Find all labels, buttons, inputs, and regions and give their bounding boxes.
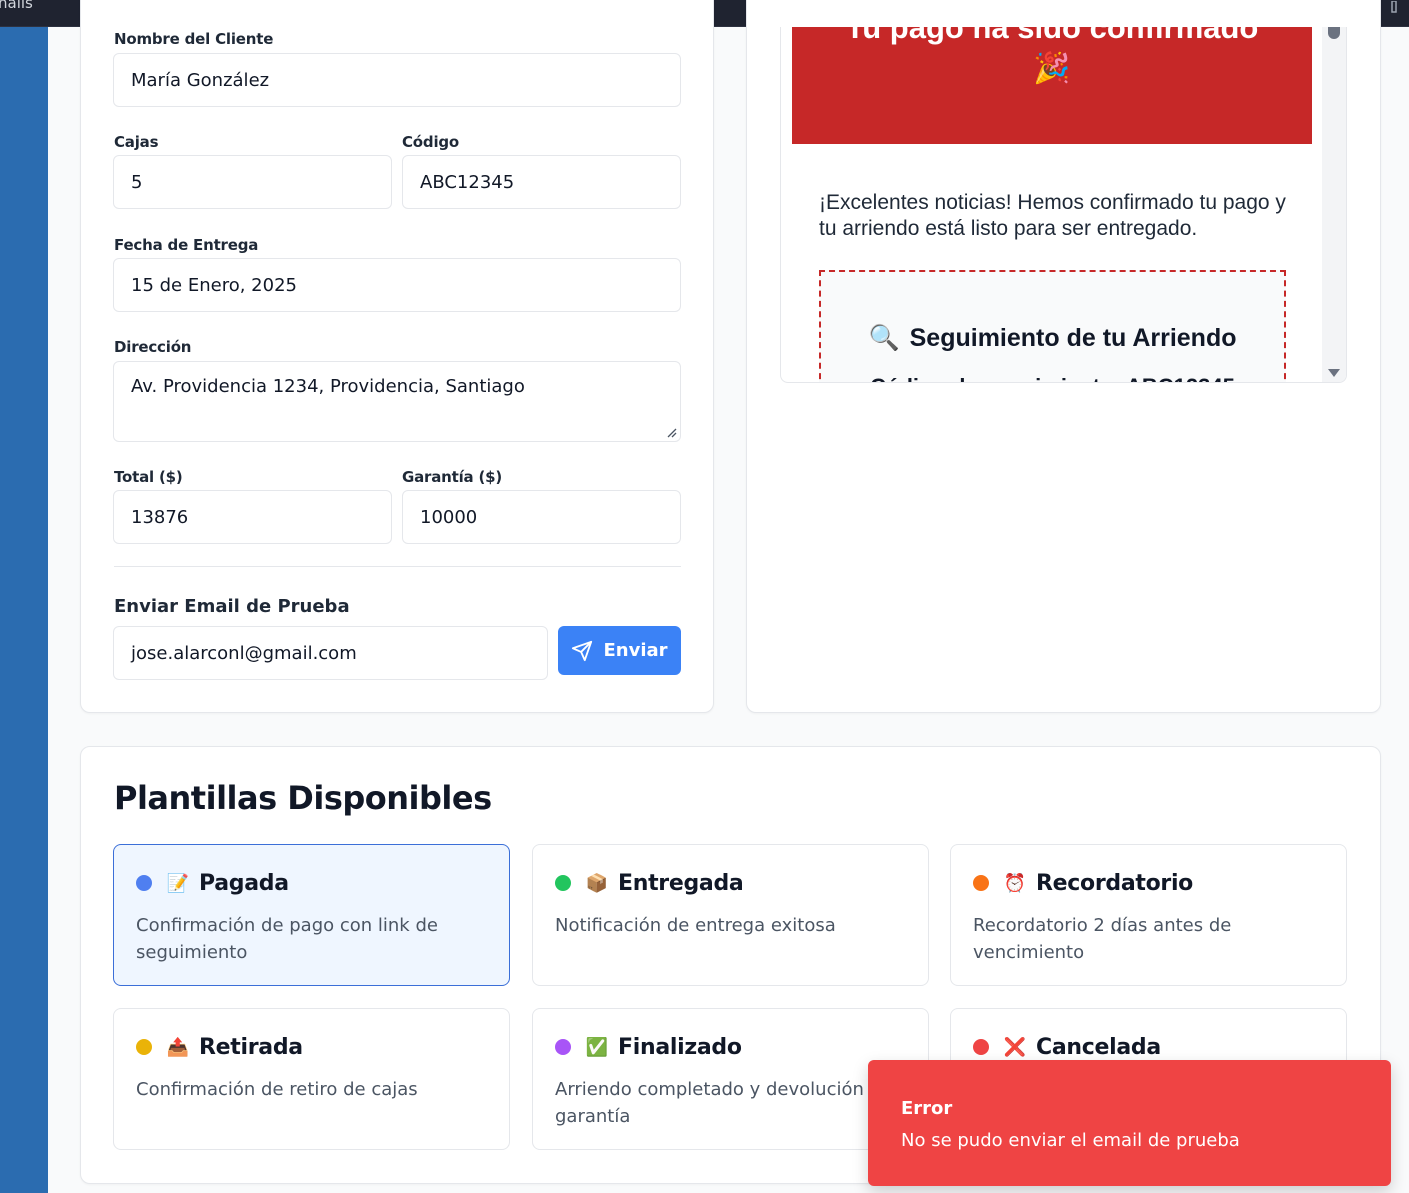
delivery-date-label: Fecha de Entrega bbox=[114, 236, 259, 254]
template-description: Arriendo completado y devolución de gara… bbox=[555, 1079, 893, 1127]
status-dot bbox=[973, 875, 989, 891]
template-description: Confirmación de pago con link de seguimi… bbox=[136, 915, 438, 963]
test-email-input[interactable]: jose.alarconl@gmail.com bbox=[113, 626, 548, 680]
sidebar bbox=[0, 27, 48, 1193]
scrollbar-thumb[interactable] bbox=[1328, 27, 1340, 39]
error-toast[interactable]: Error No se pudo enviar el email de prue… bbox=[868, 1060, 1391, 1186]
send-icon bbox=[572, 640, 593, 661]
status-dot bbox=[555, 875, 571, 891]
magnifier-icon: 🔍 bbox=[868, 324, 900, 352]
template-name: Entregada bbox=[618, 871, 744, 896]
address-label: Dirección bbox=[114, 338, 192, 356]
total-input[interactable]: 13876 bbox=[113, 490, 392, 544]
address-value: Av. Providencia 1234, Providencia, Santi… bbox=[131, 376, 525, 397]
guarantee-label: Garantía ($) bbox=[402, 468, 503, 486]
email-header: Tu pago ha sido confirmado 🎉 bbox=[792, 27, 1312, 144]
topbar-text: nails bbox=[0, 0, 33, 12]
package-icon: 📦 bbox=[585, 873, 609, 893]
email-header-title: Tu pago ha sido confirmado bbox=[845, 27, 1259, 45]
template-card-retirada[interactable]: 📤 Retirada Confirmación de retiro de caj… bbox=[113, 1008, 510, 1150]
client-name-input[interactable]: María González bbox=[113, 53, 681, 107]
guarantee-input[interactable]: 10000 bbox=[402, 490, 681, 544]
status-dot bbox=[973, 1039, 989, 1055]
total-label: Total ($) bbox=[114, 468, 183, 486]
email-preview-frame[interactable]: Tu pago ha sido confirmado 🎉 ¡Excelentes… bbox=[780, 27, 1347, 383]
panel-edge-icon[interactable] bbox=[1391, 0, 1409, 13]
preview-scrollbar[interactable] bbox=[1322, 27, 1346, 382]
code-input[interactable]: ABC12345 bbox=[402, 155, 681, 209]
template-card-recordatorio[interactable]: ⏰ Recordatorio Recordatorio 2 días antes… bbox=[950, 844, 1347, 986]
code-label: Código bbox=[402, 133, 460, 151]
status-dot bbox=[136, 1039, 152, 1055]
templates-title: Plantillas Disponibles bbox=[114, 779, 492, 817]
address-textarea[interactable]: Av. Providencia 1234, Providencia, Santi… bbox=[113, 361, 681, 442]
memo-icon: 📝 bbox=[166, 873, 190, 893]
toast-title: Error bbox=[901, 1098, 953, 1119]
test-email-heading: Enviar Email de Prueba bbox=[114, 596, 350, 617]
scroll-down-arrow-icon[interactable] bbox=[1328, 369, 1340, 377]
status-dot bbox=[136, 875, 152, 891]
resize-grip-icon[interactable] bbox=[667, 428, 677, 438]
tracking-title: 🔍 Seguimiento de tu Arriendo bbox=[821, 324, 1284, 353]
toast-message: No se pudo enviar el email de prueba bbox=[901, 1130, 1240, 1151]
template-name: Finalizado bbox=[618, 1035, 742, 1060]
party-popper-icon: 🎉 bbox=[1033, 52, 1071, 85]
template-description: Confirmación de retiro de cajas bbox=[136, 1079, 418, 1100]
alarm-clock-icon: ⏰ bbox=[1003, 873, 1027, 893]
email-body-text: ¡Excelentes noticias! Hemos confirmado t… bbox=[819, 191, 1286, 240]
outbox-icon: 📤 bbox=[166, 1037, 190, 1057]
tracking-box: 🔍 Seguimiento de tu Arriendo Código de s… bbox=[819, 270, 1286, 382]
template-card-entregada[interactable]: 📦 Entregada Notificación de entrega exit… bbox=[532, 844, 929, 986]
template-name: Retirada bbox=[199, 1035, 303, 1060]
template-card-pagada[interactable]: 📝 Pagada Confirmación de pago con link d… bbox=[113, 844, 510, 986]
status-dot bbox=[555, 1039, 571, 1055]
template-description: Recordatorio 2 días antes de vencimiento bbox=[973, 915, 1232, 963]
client-name-label: Nombre del Cliente bbox=[114, 30, 274, 48]
tracking-title-text: Seguimiento de tu Arriendo bbox=[909, 324, 1237, 352]
delivery-date-input[interactable]: 15 de Enero, 2025 bbox=[113, 258, 681, 312]
send-button-label: Enviar bbox=[603, 640, 668, 661]
template-name: Recordatorio bbox=[1036, 871, 1193, 896]
boxes-input[interactable]: 5 bbox=[113, 155, 392, 209]
template-name: Cancelada bbox=[1036, 1035, 1161, 1060]
form-divider bbox=[114, 566, 681, 567]
send-test-email-button[interactable]: Enviar bbox=[558, 626, 681, 675]
cross-mark-icon: ❌ bbox=[1003, 1037, 1027, 1057]
boxes-label: Cajas bbox=[114, 133, 159, 151]
check-mark-icon: ✅ bbox=[585, 1037, 609, 1057]
template-description: Notificación de entrega exitosa bbox=[555, 915, 836, 936]
template-name: Pagada bbox=[199, 871, 289, 896]
tracking-code-line: Código de seguimiento: ABC12345 bbox=[821, 374, 1284, 382]
